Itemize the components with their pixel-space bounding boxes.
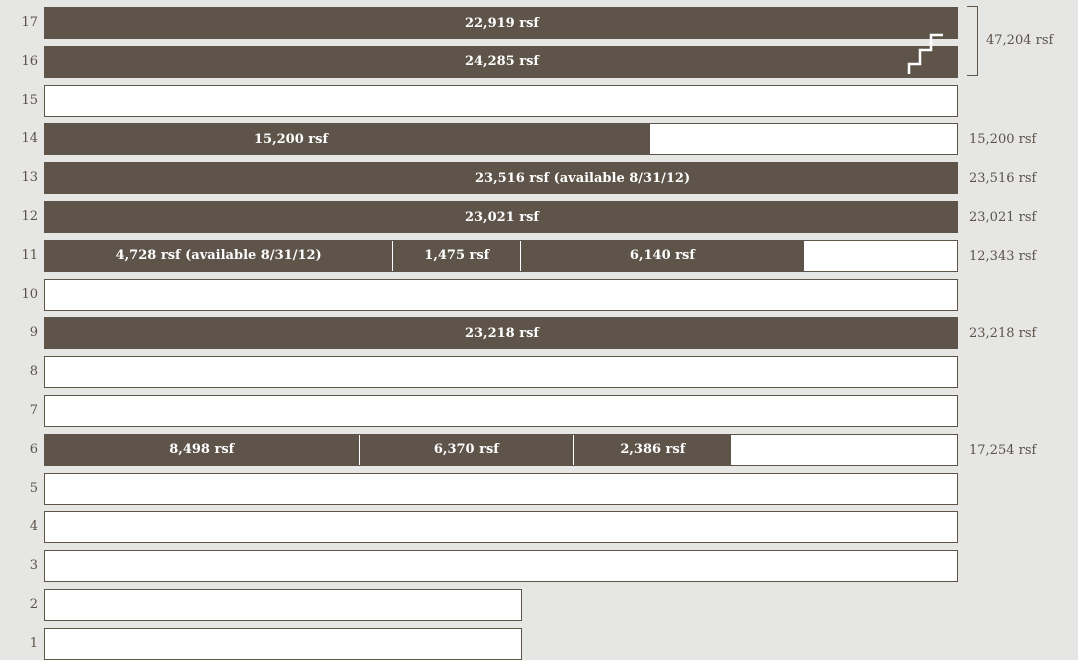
floor-9-segment-1: 23,218 rsf [45, 318, 957, 349]
floor-number-7: 7 [29, 403, 38, 418]
floor-bar-14: 15,200 rsf [44, 123, 958, 156]
floor-11-segment-3: 6,140 rsf [520, 240, 804, 271]
floor-number-3: 3 [29, 558, 38, 574]
floor-bar-5 [44, 472, 958, 505]
floor-bar-3 [44, 550, 958, 583]
floor-number-1: 1 [29, 635, 38, 651]
floor-total-16-17: 47,204 rsf [986, 33, 1054, 48]
floor-11-segment-2: 1,475 rsf [392, 240, 521, 271]
floor-12-segment-1: 23,021 rsf [45, 202, 957, 232]
segment-label: 23,218 rsf [464, 325, 540, 341]
floor-number-17: 17 [21, 15, 38, 30]
floor-bar-9: 23,218 rsf [44, 317, 958, 350]
floor-bar-4 [44, 511, 958, 544]
floor-bar-15 [44, 84, 958, 117]
segment-label: 4,728 rsf (available 8/31/12) [115, 248, 322, 264]
floor-total-9: 23,218 rsf [969, 326, 1037, 342]
floor-16-segment-1: 24,285 rsf [45, 46, 957, 77]
floor-number-4: 4 [29, 519, 38, 535]
segment-label: 15,200 rsf [254, 131, 329, 147]
floor-13-segment-1: 23,516 rsf (available 8/31/12) [45, 163, 957, 194]
floor-number-12: 12 [21, 209, 38, 224]
floor-bar-16: 24,285 rsf [44, 45, 958, 78]
segment-label: 22,919 rsf [464, 15, 540, 31]
floor-total-14: 15,200 rsf [969, 132, 1037, 148]
floor-number-2: 2 [29, 597, 38, 612]
segment-label: 8,498 rsf [169, 442, 235, 458]
floor-11-segment-1: 4,728 rsf (available 8/31/12) [45, 240, 393, 271]
floor-number-13: 13 [21, 170, 38, 186]
floor-bar-11: 4,728 rsf (available 8/31/12) 1,475 rsf 6,… [44, 239, 958, 272]
segment-label: 24,285 rsf [464, 54, 540, 70]
floor-number-16: 16 [21, 53, 38, 69]
floor-total-13: 23,516 rsf [969, 171, 1037, 187]
floor-bar-1 [44, 627, 522, 660]
floor-number-15: 15 [21, 92, 38, 108]
floor-6-segment-1: 8,498 rsf [45, 434, 359, 465]
segment-label: 2,386 rsf [620, 442, 686, 458]
floor-total-11: 12,343 rsf [969, 248, 1037, 264]
floor-14-segment-1: 15,200 rsf [45, 124, 651, 155]
floor-number-9: 9 [29, 325, 38, 341]
segment-label: 1,475 rsf [424, 248, 490, 264]
floor-bar-17: 22,919 rsf [44, 7, 958, 39]
floor-bar-7 [44, 395, 958, 427]
segment-label: 23,021 rsf [464, 209, 540, 225]
floor-number-10: 10 [21, 286, 38, 302]
floor-bar-10 [44, 278, 958, 311]
floor-number-6: 6 [29, 441, 38, 457]
floor-total-12: 23,021 rsf [969, 210, 1037, 225]
floor-bar-2 [44, 589, 522, 621]
segment-label: 6,370 rsf [433, 442, 499, 458]
floor-number-8: 8 [29, 364, 38, 380]
floor-number-5: 5 [29, 480, 38, 496]
segment-label: 6,140 rsf [629, 248, 695, 264]
floor-total-6: 17,254 rsf [969, 442, 1037, 458]
floor-6-segment-3: 2,386 rsf [573, 434, 732, 465]
floor-bar-12: 23,021 rsf [44, 201, 958, 233]
staircase-icon [907, 33, 943, 74]
floor-number-11: 11 [21, 247, 38, 263]
floor-bar-6: 8,498 rsf 6,370 rsf 2,386 rsf [44, 433, 958, 466]
floor-6-segment-2: 6,370 rsf [358, 434, 574, 465]
floor-bar-13: 23,516 rsf (available 8/31/12) [44, 162, 958, 195]
segment-label: 23,516 rsf (available 8/31/12) [475, 170, 691, 186]
floor-bar-8 [44, 356, 958, 389]
floor-number-14: 14 [21, 131, 38, 147]
floors-16-17-bracket [967, 6, 978, 76]
floor-17-segment-1: 22,919 rsf [45, 8, 957, 38]
